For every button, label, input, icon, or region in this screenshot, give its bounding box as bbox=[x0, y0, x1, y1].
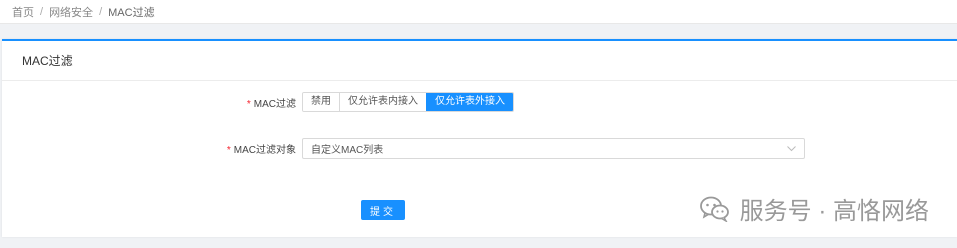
breadcrumb: 首页 / 网络安全 / MAC过滤 bbox=[0, 0, 957, 24]
watermark-text: 服务号 · 高恪网络 bbox=[739, 198, 929, 225]
mac-filter-target-row: * MAC过滤对象 自定义MAC列表 bbox=[162, 138, 805, 159]
mac-filter-target-label-text: MAC过滤对象 bbox=[233, 145, 296, 156]
wechat-icon bbox=[699, 196, 729, 222]
breadcrumb-network-security[interactable]: 网络安全 bbox=[49, 4, 93, 20]
mac-filter-label-text: MAC过滤 bbox=[253, 98, 296, 110]
mac-filter-target-select[interactable]: 自定义MAC列表 bbox=[302, 138, 805, 159]
radio-disable[interactable]: 禁用 bbox=[303, 93, 339, 111]
breadcrumb-current: MAC过滤 bbox=[108, 6, 155, 19]
breadcrumb-home[interactable]: 首页 bbox=[12, 4, 34, 20]
mac-filter-target-label: * MAC过滤对象 bbox=[162, 141, 302, 156]
watermark: 服务号 · 高恪网络 bbox=[699, 191, 929, 226]
breadcrumb-separator: / bbox=[99, 5, 103, 18]
mac-filter-row: * MAC过滤 禁用 仅允许表内接入 仅允许表外接入 bbox=[162, 92, 514, 112]
radio-allow-out-list[interactable]: 仅允许表外接入 bbox=[426, 93, 513, 111]
required-mark: * bbox=[246, 98, 251, 110]
mac-filter-radio-group: 禁用 仅允许表内接入 仅允许表外接入 bbox=[302, 92, 514, 112]
card-title: MAC过滤 bbox=[2, 41, 957, 81]
mac-filter-label: * MAC过滤 bbox=[162, 95, 302, 110]
radio-allow-in-list[interactable]: 仅允许表内接入 bbox=[339, 93, 426, 111]
mac-filter-target-value: 自定义MAC列表 bbox=[311, 145, 384, 156]
submit-button[interactable]: 提交 bbox=[361, 200, 405, 220]
required-mark: * bbox=[226, 145, 231, 156]
page: 首页 / 网络安全 / MAC过滤 MAC过滤 * MAC过滤 禁用 仅允许表内接… bbox=[0, 0, 957, 248]
breadcrumb-separator: / bbox=[40, 5, 44, 18]
chevron-down-icon bbox=[786, 144, 796, 154]
